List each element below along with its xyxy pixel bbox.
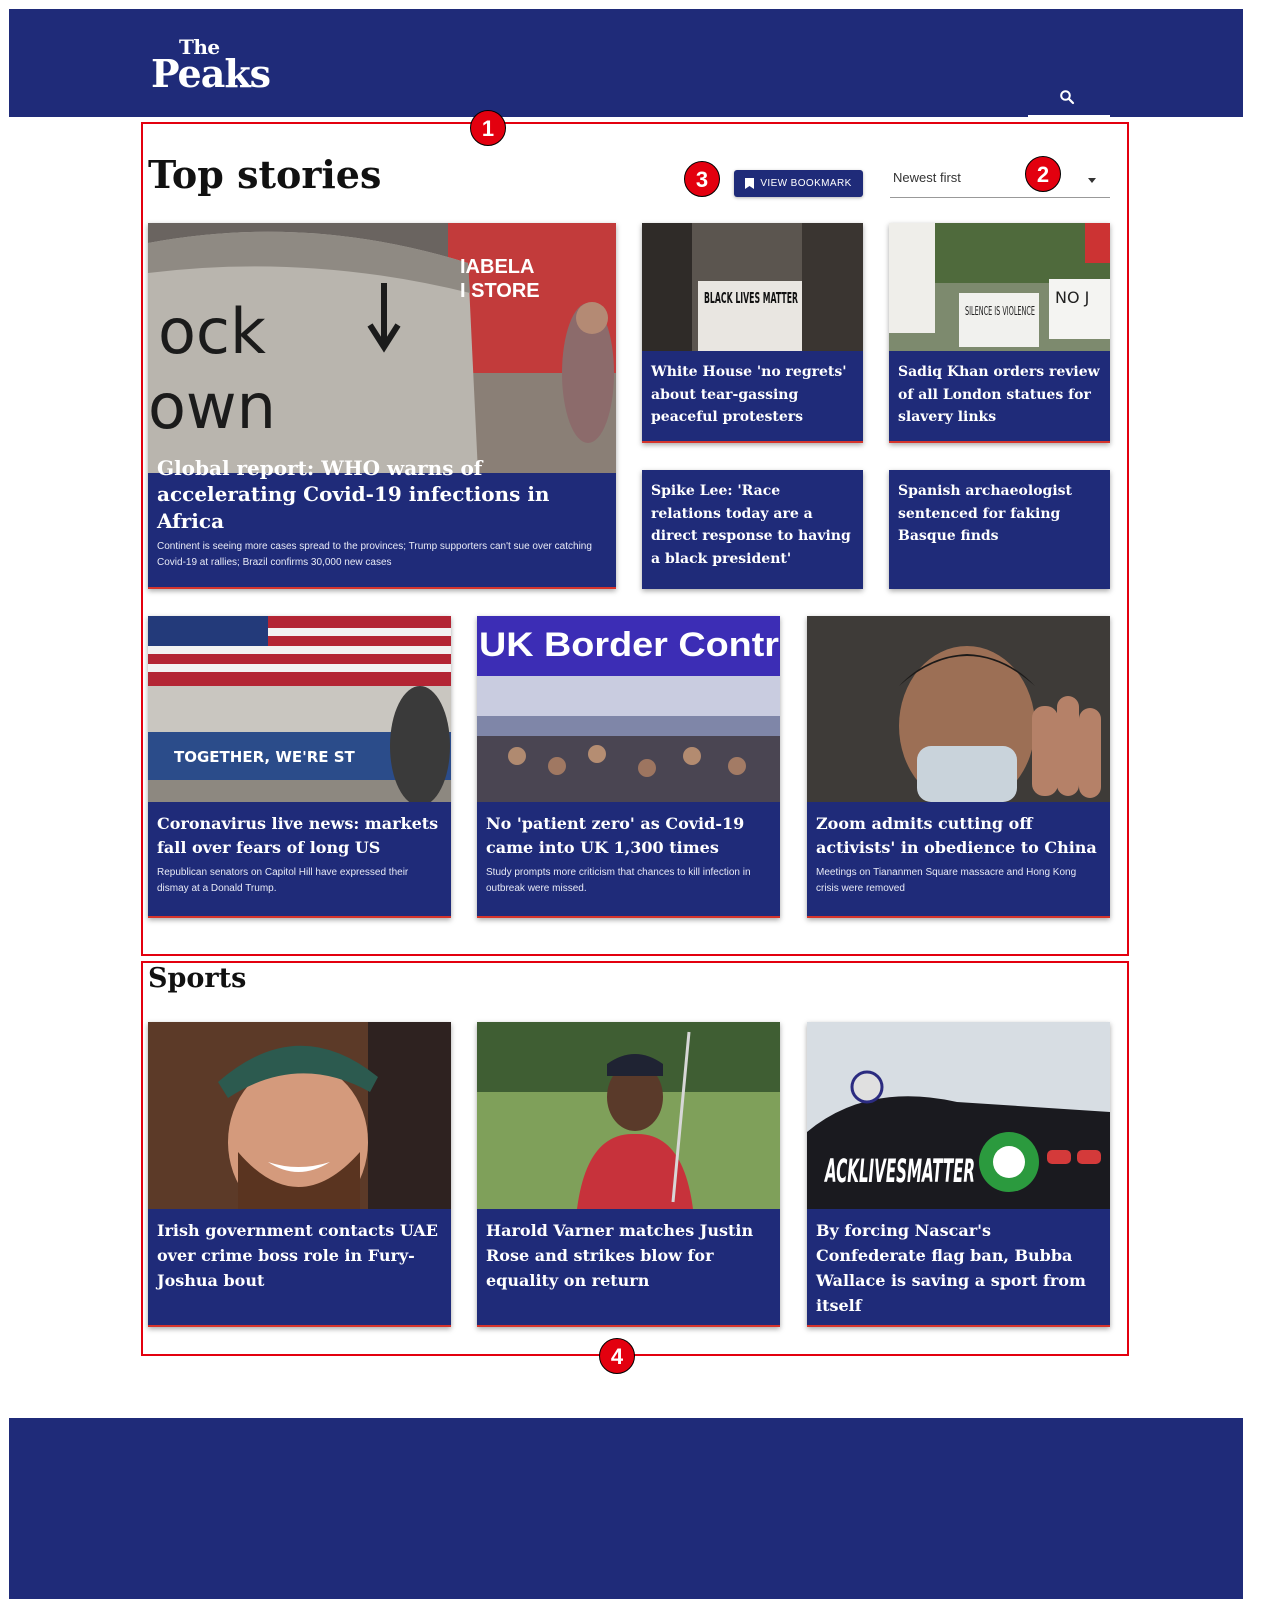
story-image-blm: BLACK LIVES MATTER [642,223,863,351]
story-headline-spike-lee: Spike Lee: 'Race relations today are a d… [651,483,851,568]
story-card-spike-lee[interactable]: Spike Lee: 'Race relations today are a d… [642,470,863,589]
story-image-statues: SILENCE IS VIOLENCE NO J [889,223,1110,351]
view-bookmark-button[interactable]: VIEW BOOKMARK [734,170,863,197]
sports-headline-nascar: By forcing Nascar's Confederate flag ban… [816,1221,1086,1315]
story-headline-markets: Coronavirus live news: markets fall over… [157,814,439,857]
exchange-banner-text: TOGETHER, WE'RE ST [174,748,356,766]
story-summary-zoom: Meetings on Tiananmen Square massacre an… [816,867,1077,894]
blm-sign-text: BLACK LIVES MATTER [704,289,798,307]
sports-image-varner [477,1022,780,1209]
featured-story-headline: Global report: WHO warns of accelerating… [157,455,550,533]
store-sign-text-2: I STORE [460,280,540,302]
sports-headline-varner: Harold Varner matches Justin Rose and st… [486,1221,754,1290]
annotation-badge-1: 1 [470,110,506,146]
story-card-statues[interactable]: SILENCE IS VIOLENCE NO J Sadiq Khan orde… [889,223,1110,443]
annotation-badge-4: 4 [599,1338,635,1374]
story-image-zoom [807,616,1110,802]
protest-sign-text: SILENCE IS VIOLENCE [965,304,1035,318]
story-headline-patient-zero: No 'patient zero' as Covid-19 came into … [486,814,745,857]
featured-story-card[interactable]: IABELA I STORE ock own Global report: WH… [148,223,616,589]
site-header: The Peaks [9,9,1243,117]
story-image-patient-zero: UK Border Contr [477,616,780,802]
sports-image-nascar: ACKLIVESMATTER [807,1022,1110,1209]
featured-story-image: IABELA I STORE ock own [148,223,616,473]
story-headline-statues: Sadiq Khan orders review of all London s… [898,364,1100,426]
search-icon[interactable] [1059,89,1075,105]
site-footer [9,1418,1243,1599]
border-sign-text: UK Border Contr [479,626,779,664]
graffiti-text-1: ock [158,295,266,368]
story-card-blm[interactable]: BLACK LIVES MATTER White House 'no regre… [642,223,863,443]
story-summary-markets: Republican senators on Capitol Hill have… [157,867,409,894]
story-image-markets: TOGETHER, WE'RE ST [148,616,451,802]
top-stories-title: Top stories [148,152,382,197]
chevron-down-icon [1088,178,1096,183]
site-logo[interactable]: The Peaks [151,37,271,96]
story-card-patient-zero[interactable]: UK Border Contr No 'patient zero' as Cov… [477,616,780,918]
graffiti-text-2: own [148,370,276,443]
logo-peaks: Peaks [151,51,271,96]
story-card-markets[interactable]: TOGETHER, WE'RE ST Coronavirus live news… [148,616,451,918]
car-text: ACKLIVESMATTER [824,1152,975,1190]
bookmark-icon [745,178,755,189]
protest-sign-text-2: NO J [1055,288,1089,307]
story-headline-blm: White House 'no regrets' about tear-gass… [651,364,847,426]
story-summary-patient-zero: Study prompts more criticism that chance… [486,867,751,894]
annotation-badge-3: 3 [684,161,720,197]
annotation-badge-2: 2 [1025,156,1061,192]
sports-image-fury [148,1022,451,1209]
sports-title: Sports [148,963,247,994]
featured-story-summary: Continent is seeing more cases spread to… [157,541,592,568]
sports-card-nascar[interactable]: ACKLIVESMATTER By forcing Nascar's Confe… [807,1022,1110,1327]
sort-select[interactable]: Newest first [890,162,1110,198]
search-field[interactable] [1028,81,1110,117]
story-card-zoom[interactable]: Zoom admits cutting off activists' in ob… [807,616,1110,918]
sports-card-varner[interactable]: Harold Varner matches Justin Rose and st… [477,1022,780,1327]
view-bookmark-label: VIEW BOOKMARK [760,178,852,189]
sports-headline-fury: Irish government contacts UAE over crime… [157,1221,438,1290]
story-card-archaeologist[interactable]: Spanish archaeologist sentenced for faki… [889,470,1110,589]
sort-select-value: Newest first [893,170,961,185]
story-headline-zoom: Zoom admits cutting off activists' in ob… [816,814,1097,857]
sports-card-fury[interactable]: Irish government contacts UAE over crime… [148,1022,451,1327]
story-headline-archaeologist: Spanish archaeologist sentenced for faki… [898,483,1072,545]
store-sign-text-1: IABELA [460,256,534,278]
